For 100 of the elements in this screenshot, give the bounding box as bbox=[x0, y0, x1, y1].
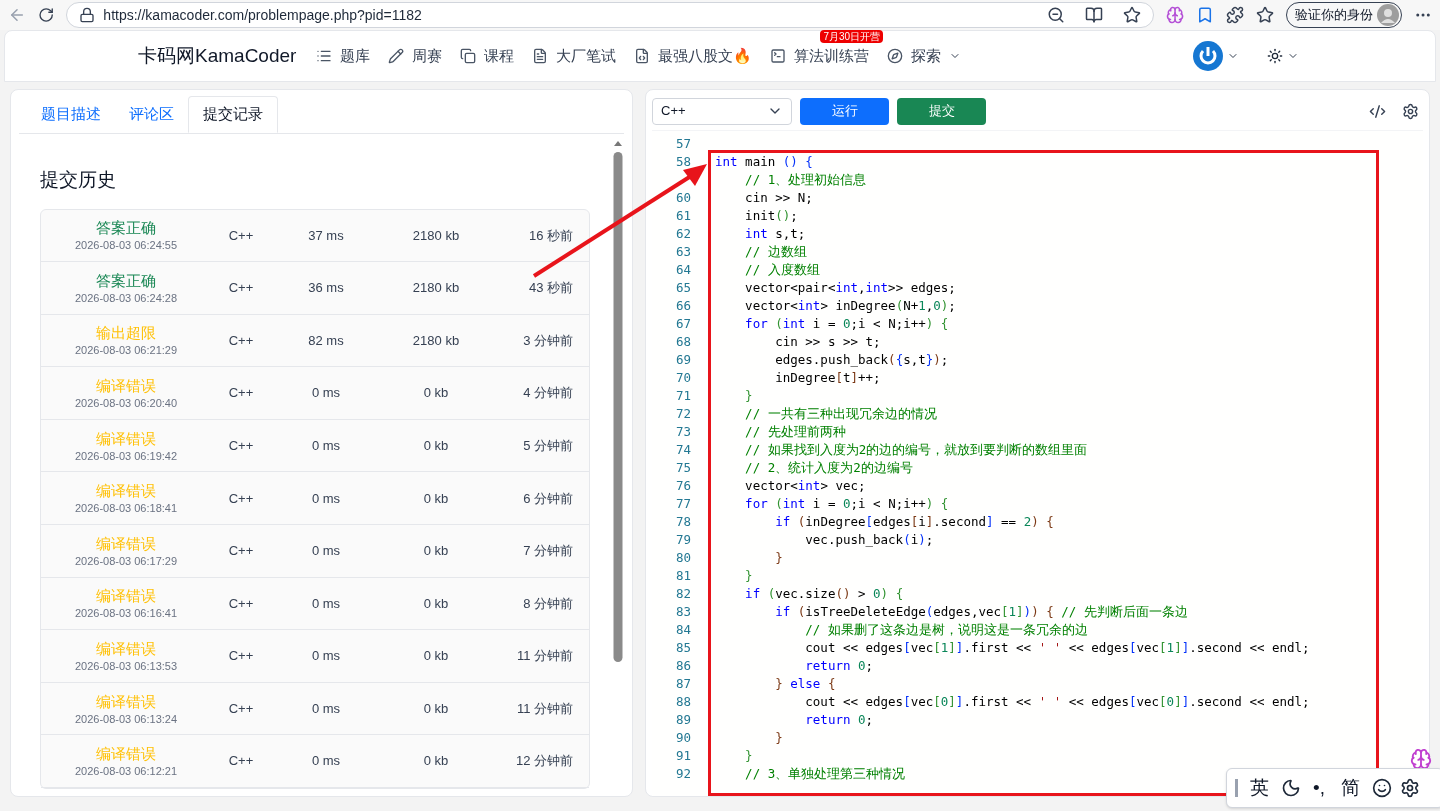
assistant-icon[interactable] bbox=[1410, 748, 1432, 770]
status-label: 编译错误 bbox=[96, 691, 156, 712]
submission-date: 2026-08-03 06:19:42 bbox=[74, 448, 178, 463]
time-ago-text: 8 分钟前 bbox=[522, 594, 573, 613]
nav-link[interactable]: 探索 bbox=[887, 44, 962, 68]
favorites-icon[interactable] bbox=[1255, 5, 1274, 25]
nav-link[interactable]: 题库 bbox=[316, 44, 371, 68]
status-label: 答案正确 bbox=[96, 218, 156, 239]
line-number: 65 bbox=[674, 278, 691, 297]
ime-button[interactable]: 英 bbox=[1246, 773, 1273, 803]
code-line: init(); bbox=[744, 206, 798, 225]
settings-icon[interactable] bbox=[1399, 778, 1420, 798]
language-text: C++ bbox=[227, 384, 255, 403]
settings-icon[interactable] bbox=[1402, 102, 1419, 120]
reader-icon[interactable] bbox=[1084, 6, 1103, 24]
code-line: } bbox=[744, 746, 753, 765]
reload-icon[interactable] bbox=[38, 6, 55, 24]
time-ago-text: 4 分钟前 bbox=[522, 384, 573, 403]
line-number: 77 bbox=[674, 494, 691, 513]
code-line: // 如果删了这条边是树，说明这是一条冗余的边 bbox=[804, 620, 1088, 639]
nav-link[interactable]: 周赛 bbox=[388, 44, 443, 68]
run-button[interactable]: 运行 bbox=[800, 97, 889, 125]
submission-row[interactable]: 编译错误 2026-08-03 06:16:41 C++ 0 ms 0 kb 8 分钟前 bbox=[41, 577, 589, 631]
tab[interactable]: 评论区 bbox=[115, 96, 188, 133]
submission-date: 2026-08-03 06:17:29 bbox=[74, 553, 178, 568]
time-ago-text: 43 秒前 bbox=[527, 279, 573, 298]
line-number: 84 bbox=[674, 620, 691, 639]
submission-row[interactable]: 编译错误 2026-08-03 06:20:40 C++ 0 ms 0 kb 4 分钟前 bbox=[41, 367, 589, 420]
submission-row[interactable]: 编译错误 2026-08-03 06:13:53 C++ 0 ms 0 kb 11 分钟前 bbox=[41, 630, 589, 683]
line-number: 70 bbox=[674, 368, 691, 387]
code-line: } else { bbox=[774, 674, 836, 693]
code-line: vector<int> inDegree(N+1,0); bbox=[744, 296, 956, 315]
language-text: C++ bbox=[227, 436, 255, 455]
emoji-icon[interactable] bbox=[1371, 778, 1392, 798]
extensions-icon[interactable] bbox=[1225, 5, 1244, 25]
runtime-text: 0 ms bbox=[310, 594, 342, 613]
nav-link[interactable]: 大厂笔试 bbox=[532, 44, 617, 68]
ime-button[interactable]: 简 bbox=[1336, 773, 1364, 803]
power-logo-icon[interactable] bbox=[1193, 41, 1224, 71]
favorite-icon[interactable] bbox=[1122, 6, 1141, 24]
tab[interactable]: 题目描述 bbox=[27, 96, 115, 133]
submission-row[interactable]: 输出超限 2026-08-03 06:21:29 C++ 82 ms 2180 kb 3 分钟前 bbox=[41, 314, 589, 368]
memory-text: 0 kb bbox=[422, 436, 450, 455]
time-ago-text: 11 分钟前 bbox=[515, 647, 573, 666]
memory-text: 0 kb bbox=[422, 699, 450, 718]
code-line: } bbox=[744, 386, 753, 405]
brain-icon[interactable] bbox=[1165, 5, 1184, 25]
line-number: 87 bbox=[674, 674, 691, 693]
submission-date: 2026-08-03 06:20:40 bbox=[74, 396, 178, 411]
runtime-text: 0 ms bbox=[310, 752, 342, 771]
submission-date: 2026-08-03 06:24:28 bbox=[74, 290, 178, 305]
runtime-text: 0 ms bbox=[310, 436, 342, 455]
tab[interactable]: 提交记录 bbox=[188, 96, 278, 133]
submission-row[interactable]: 答案正确 2026-08-03 06:24:28 C++ 36 ms 2180 kb 43 秒前 bbox=[41, 262, 589, 315]
runtime-text: 0 ms bbox=[310, 542, 342, 561]
line-number: 76 bbox=[674, 476, 691, 495]
submission-row[interactable]: 编译错误 2026-08-03 06:17:29 C++ 0 ms 0 kb 7 分钟前 bbox=[41, 525, 589, 578]
time-ago-text: 12 分钟前 bbox=[514, 752, 573, 771]
code-line: int s,t; bbox=[744, 224, 806, 243]
submission-row[interactable]: 编译错误 2026-08-03 06:13:24 C++ 0 ms 0 kb 11 分钟前 bbox=[41, 682, 589, 736]
submit-button[interactable]: 提交 bbox=[897, 97, 986, 125]
runtime-text: 0 ms bbox=[310, 489, 342, 508]
copy-icon bbox=[460, 48, 477, 64]
avatar-icon bbox=[1376, 4, 1399, 26]
line-number: 63 bbox=[674, 242, 691, 261]
line-number: 75 bbox=[674, 458, 691, 477]
address-bar[interactable]: https://kamacoder.com/problempage.php?pid=1182 bbox=[66, 2, 1154, 28]
code-line: // 1、处理初始信息 bbox=[744, 170, 867, 189]
time-ago-text: 7 分钟前 bbox=[522, 542, 573, 561]
submission-row[interactable]: 编译错误 2026-08-03 06:12:21 C++ 0 ms 0 kb 12 分钟前 bbox=[41, 735, 589, 789]
memory-text: 0 kb bbox=[422, 384, 450, 403]
submission-row[interactable]: 编译错误 2026-08-03 06:18:41 C++ 0 ms 0 kb 6 分钟前 bbox=[41, 472, 589, 526]
code-line: return 0; bbox=[804, 656, 874, 675]
ime-button[interactable]: •, bbox=[1309, 773, 1329, 803]
theme-icon[interactable] bbox=[1267, 48, 1284, 64]
site-logo[interactable]: 卡码网KamaCoder bbox=[138, 41, 297, 71]
submission-row[interactable]: 答案正确 2026-08-03 06:24:55 C++ 37 ms 2180 kb 16 秒前 bbox=[41, 209, 589, 263]
submission-row[interactable]: 编译错误 2026-08-03 06:19:42 C++ 0 ms 0 kb 5 分钟前 bbox=[41, 419, 589, 473]
nav-link[interactable]: 课程 bbox=[460, 44, 515, 68]
language-text: C++ bbox=[227, 279, 255, 298]
line-number: 66 bbox=[674, 296, 691, 315]
code-file-icon bbox=[634, 48, 651, 64]
language-select[interactable]: C++ bbox=[652, 97, 792, 125]
zoom-out-icon[interactable] bbox=[1046, 6, 1065, 24]
code-line: // 先处理前两种 bbox=[744, 422, 846, 441]
nav-link[interactable]: 算法训练营 bbox=[770, 44, 870, 68]
line-number: 90 bbox=[674, 728, 691, 747]
line-number: 83 bbox=[674, 602, 691, 621]
submission-date: 2026-08-03 06:18:41 bbox=[74, 501, 178, 516]
time-ago-text: 5 分钟前 bbox=[522, 436, 573, 455]
code-icon[interactable] bbox=[1369, 102, 1386, 120]
submission-date: 2026-08-03 06:13:24 bbox=[74, 711, 178, 726]
nav-link[interactable]: 最强八股文🔥 bbox=[634, 44, 753, 68]
document-icon bbox=[532, 48, 549, 64]
moon-icon[interactable] bbox=[1281, 778, 1301, 798]
code-line: } bbox=[774, 548, 783, 567]
submission-date: 2026-08-03 06:12:21 bbox=[74, 764, 178, 779]
code-line: if (vec.size() > 0) { bbox=[744, 584, 904, 603]
runtime-text: 0 ms bbox=[310, 647, 342, 666]
status-label: 编译错误 bbox=[96, 481, 156, 502]
